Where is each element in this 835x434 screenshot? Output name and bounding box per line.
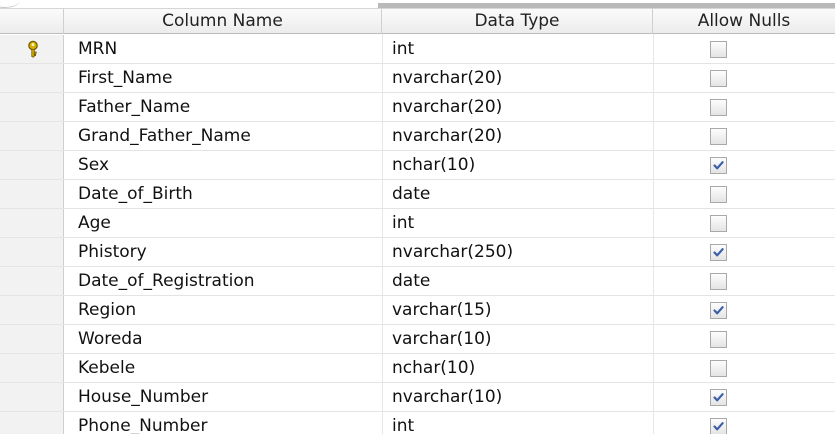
grid-header: Column Name Data Type Allow Nulls <box>0 8 835 34</box>
column-name-cell[interactable]: Phistory <box>78 238 147 266</box>
table-row[interactable]: Kebele nchar(10) <box>0 354 835 383</box>
table-row[interactable]: Age int <box>0 209 835 238</box>
data-type-cell[interactable]: date <box>392 267 430 295</box>
data-type-cell[interactable]: int <box>392 35 414 63</box>
data-type-cell[interactable]: date <box>392 180 430 208</box>
data-type-cell[interactable]: nvarchar(250) <box>392 238 513 266</box>
checkmark-icon <box>713 306 724 315</box>
table-row[interactable]: Phistory nvarchar(250) <box>0 238 835 267</box>
checkmark-icon <box>713 248 724 257</box>
table-row[interactable]: Phone_Number int <box>0 412 835 434</box>
table-row[interactable]: Grand_Father_Name nvarchar(20) <box>0 122 835 151</box>
top-strip <box>0 0 835 8</box>
allow-nulls-checkbox[interactable] <box>710 273 727 290</box>
allow-nulls-cell <box>653 267 835 295</box>
column-name-cell[interactable]: Date_of_Birth <box>78 180 193 208</box>
row-selector[interactable] <box>0 122 64 150</box>
table-row[interactable]: Sex nchar(10) <box>0 151 835 180</box>
table-row[interactable]: MRN int <box>0 35 835 64</box>
table-row[interactable]: Region varchar(15) <box>0 296 835 325</box>
allow-nulls-cell <box>653 238 835 266</box>
column-name-cell[interactable]: Phone_Number <box>78 412 207 434</box>
column-name-cell[interactable]: Sex <box>78 151 109 179</box>
row-selector[interactable] <box>0 151 64 179</box>
allow-nulls-checkbox[interactable] <box>710 215 727 232</box>
table-row[interactable]: Father_Name nvarchar(20) <box>0 93 835 122</box>
allow-nulls-cell <box>653 180 835 208</box>
allow-nulls-checkbox[interactable] <box>710 128 727 145</box>
row-selector[interactable] <box>0 325 64 353</box>
allow-nulls-checkbox[interactable] <box>710 70 727 87</box>
allow-nulls-cell <box>653 209 835 237</box>
column-name-cell[interactable]: MRN <box>78 35 117 63</box>
row-selector[interactable] <box>0 93 64 121</box>
column-name-cell[interactable]: Kebele <box>78 354 135 382</box>
data-type-cell[interactable]: nvarchar(20) <box>392 122 502 150</box>
allow-nulls-checkbox[interactable] <box>710 418 727 434</box>
allow-nulls-cell <box>653 35 835 63</box>
data-type-cell[interactable]: nvarchar(20) <box>392 93 502 121</box>
allow-nulls-checkbox[interactable] <box>710 99 727 116</box>
data-type-header[interactable]: Data Type <box>382 9 653 34</box>
data-type-cell[interactable]: nchar(10) <box>392 151 475 179</box>
allow-nulls-cell <box>653 122 835 150</box>
data-type-cell[interactable]: int <box>392 412 414 434</box>
allow-nulls-cell <box>653 383 835 411</box>
column-name-cell[interactable]: Date_of_Registration <box>78 267 255 295</box>
row-selector[interactable] <box>0 354 64 382</box>
allow-nulls-checkbox[interactable] <box>710 157 727 174</box>
allow-nulls-header[interactable]: Allow Nulls <box>653 9 835 34</box>
data-type-cell[interactable]: nvarchar(10) <box>392 383 502 411</box>
data-type-cell[interactable]: nvarchar(20) <box>392 64 502 92</box>
column-name-header[interactable]: Column Name <box>64 9 382 34</box>
row-selector[interactable] <box>0 267 64 295</box>
row-selector[interactable] <box>0 412 64 434</box>
allow-nulls-cell <box>653 296 835 324</box>
table-row[interactable]: Date_of_Registration date <box>0 267 835 296</box>
key-icon <box>28 40 38 58</box>
column-name-cell[interactable]: Grand_Father_Name <box>78 122 251 150</box>
row-selector[interactable] <box>0 209 64 237</box>
row-selector[interactable] <box>0 64 64 92</box>
allow-nulls-checkbox[interactable] <box>710 244 727 261</box>
row-selector[interactable] <box>0 296 64 324</box>
allow-nulls-cell <box>653 412 835 434</box>
column-name-cell[interactable]: First_Name <box>78 64 172 92</box>
top-left-edge <box>0 0 20 8</box>
allow-nulls-checkbox[interactable] <box>710 331 727 348</box>
table-designer-grid: Column Name Data Type Allow Nulls MRN int… <box>0 0 835 434</box>
allow-nulls-cell <box>653 354 835 382</box>
table-row[interactable]: Woreda varchar(10) <box>0 325 835 354</box>
allow-nulls-checkbox[interactable] <box>710 41 727 58</box>
table-row[interactable]: First_Name nvarchar(20) <box>0 64 835 93</box>
column-name-cell[interactable]: Woreda <box>78 325 143 353</box>
row-selector[interactable] <box>0 180 64 208</box>
row-selector-header[interactable] <box>0 9 64 34</box>
row-selector[interactable] <box>0 35 64 63</box>
column-name-cell[interactable]: Region <box>78 296 136 324</box>
allow-nulls-cell <box>653 151 835 179</box>
allow-nulls-cell <box>653 325 835 353</box>
checkmark-icon <box>713 393 724 402</box>
column-name-cell[interactable]: Father_Name <box>78 93 190 121</box>
column-name-cell[interactable]: House_Number <box>78 383 208 411</box>
data-type-cell[interactable]: nchar(10) <box>392 354 475 382</box>
allow-nulls-checkbox[interactable] <box>710 389 727 406</box>
allow-nulls-cell <box>653 64 835 92</box>
checkmark-icon <box>713 422 724 431</box>
data-type-cell[interactable]: int <box>392 209 414 237</box>
data-type-cell[interactable]: varchar(10) <box>392 325 492 353</box>
table-row[interactable]: Date_of_Birth date <box>0 180 835 209</box>
allow-nulls-checkbox[interactable] <box>710 186 727 203</box>
allow-nulls-cell <box>653 93 835 121</box>
row-selector[interactable] <box>0 383 64 411</box>
checkmark-icon <box>713 161 724 170</box>
allow-nulls-checkbox[interactable] <box>710 360 727 377</box>
table-row[interactable]: House_Number nvarchar(10) <box>0 383 835 412</box>
column-name-cell[interactable]: Age <box>78 209 111 237</box>
allow-nulls-checkbox[interactable] <box>710 302 727 319</box>
data-type-cell[interactable]: varchar(15) <box>392 296 492 324</box>
row-selector[interactable] <box>0 238 64 266</box>
